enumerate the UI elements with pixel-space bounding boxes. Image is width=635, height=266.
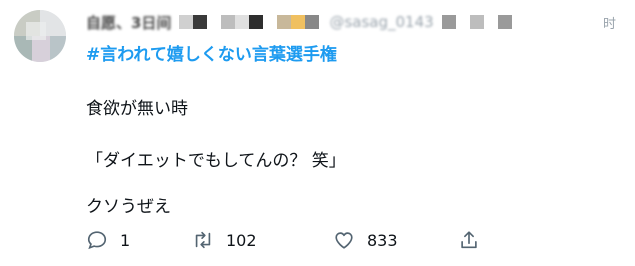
reply-icon <box>87 231 107 250</box>
censored-name-mosaic <box>179 15 320 29</box>
author-handle[interactable]: @sasag_0143 <box>329 13 433 31</box>
tweet-time[interactable]: 时 <box>603 13 616 32</box>
like-icon <box>335 232 353 249</box>
tweet-header: 自愿、3日间 @sasag_0143 时 <box>86 10 616 34</box>
tweet-text-line-1: 食欲が無い時 <box>86 99 188 119</box>
avatar-pixel <box>50 36 66 62</box>
share-button[interactable] <box>458 226 480 254</box>
avatar[interactable] <box>14 10 66 62</box>
avatar-pixel <box>26 22 46 40</box>
author-name[interactable]: 自愿、3日间 <box>86 12 171 33</box>
reply-button[interactable]: 1 <box>86 226 130 254</box>
retweet-icon <box>195 231 211 249</box>
like-count: 833 <box>367 230 398 250</box>
hashtag-link[interactable]: #言われて嬉しくない言葉選手権 <box>86 40 337 65</box>
retweet-button[interactable]: 102 <box>192 226 257 254</box>
reply-count: 1 <box>120 230 131 250</box>
retweet-count: 102 <box>226 230 257 250</box>
share-icon <box>461 231 477 249</box>
tweet-text-line-3: クソうぜえ <box>86 197 171 217</box>
like-button[interactable]: 833 <box>333 226 398 254</box>
censored-handle-mosaic <box>441 15 512 29</box>
tweet-text-line-2: 「ダイエットでもしてんの？ 笑」 <box>86 151 346 171</box>
tweet-actions: 1 102 833 <box>86 226 486 254</box>
